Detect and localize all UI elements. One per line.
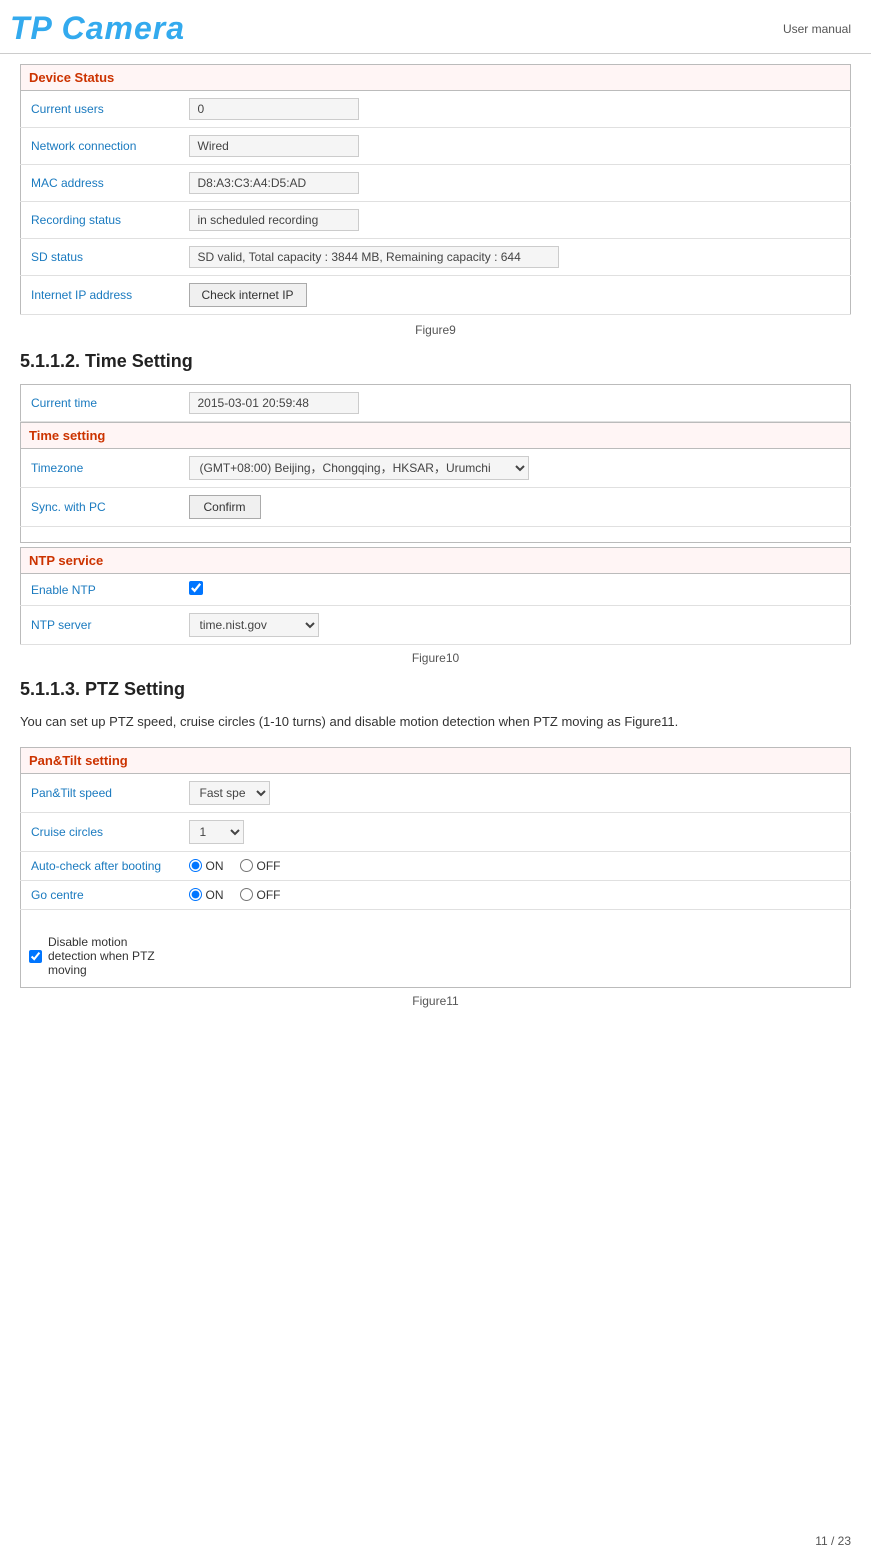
table-row: SD status SD valid, Total capacity : 384…	[21, 239, 851, 276]
figure9-caption: Figure9	[20, 323, 851, 337]
page-footer: 11 / 23	[815, 1534, 851, 1548]
spacer-row-ptz	[21, 909, 851, 925]
table-row: Go centre ON OFF	[21, 880, 851, 909]
current-users-label: Current users	[21, 91, 181, 128]
network-connection-value: Wired	[181, 128, 851, 165]
ptz-setting-table: Pan&Tilt setting Pan&Tilt speed Fast spe…	[20, 747, 851, 989]
ptz-description: You can set up PTZ speed, cruise circles…	[20, 712, 851, 733]
ntp-service-table: NTP service Enable NTP NTP server time.n…	[20, 547, 851, 645]
go-centre-off-radio[interactable]	[240, 888, 253, 901]
pan-tilt-speed-label: Pan&Tilt speed	[21, 773, 181, 812]
table-row: Timezone (GMT+08:00) Beijing，Chongqing，H…	[21, 449, 851, 488]
network-connection-label: Network connection	[21, 128, 181, 165]
cruise-circles-select[interactable]: 1	[189, 820, 244, 844]
ntp-server-label: NTP server	[21, 606, 181, 645]
enable-ntp-checkbox[interactable]	[189, 581, 203, 595]
auto-check-value: ON OFF	[181, 851, 851, 880]
confirm-button[interactable]: Confirm	[189, 495, 261, 519]
cruise-circles-label: Cruise circles	[21, 812, 181, 851]
sd-status-value: SD valid, Total capacity : 3844 MB, Rema…	[181, 239, 851, 276]
time-setting-heading: 5.1.1.2. Time Setting	[20, 351, 851, 372]
manual-label: User manual	[783, 22, 851, 36]
go-centre-on-radio[interactable]	[189, 888, 202, 901]
current-time-table: Current time 2015-03-01 20:59:48	[20, 384, 851, 422]
table-row: Network connection Wired	[21, 128, 851, 165]
sync-pc-value: Confirm	[181, 488, 851, 527]
time-setting-table: Time setting Timezone (GMT+08:00) Beijin…	[20, 422, 851, 543]
check-internet-ip-button[interactable]: Check internet IP	[189, 283, 307, 307]
go-centre-label: Go centre	[21, 880, 181, 909]
figure10-caption: Figure10	[20, 651, 851, 665]
ptz-section-header: Pan&Tilt setting	[21, 747, 851, 773]
cruise-circles-value: 1	[181, 812, 851, 851]
ntp-service-header: NTP service	[21, 548, 851, 574]
recording-status-label: Recording status	[21, 202, 181, 239]
table-row: Current users 0	[21, 91, 851, 128]
pan-tilt-speed-select[interactable]: Fast spe	[189, 781, 270, 805]
go-centre-on-label[interactable]: ON	[189, 888, 224, 902]
enable-ntp-value	[181, 574, 851, 606]
table-row: Recording status in scheduled recording	[21, 202, 851, 239]
table-row: Internet IP address Check internet IP	[21, 276, 851, 315]
page-number: 11 / 23	[815, 1534, 851, 1548]
figure11-caption: Figure11	[20, 994, 851, 1008]
sd-status-label: SD status	[21, 239, 181, 276]
ntp-server-select[interactable]: time.nist.gov	[189, 613, 319, 637]
table-row: Pan&Tilt speed Fast spe	[21, 773, 851, 812]
current-users-value: 0	[181, 91, 851, 128]
current-time-label: Current time	[21, 385, 181, 422]
page-header: TP Camera User manual	[0, 0, 871, 54]
disable-motion-label: Disable motion detection when PTZ moving	[48, 935, 173, 977]
device-status-table: Device Status Current users 0 Network co…	[20, 64, 851, 315]
enable-ntp-label: Enable NTP	[21, 574, 181, 606]
table-row: Auto-check after booting ON OFF	[21, 851, 851, 880]
table-row: Current time 2015-03-01 20:59:48	[21, 385, 851, 422]
mac-address-value: D8:A3:C3:A4:D5:AD	[181, 165, 851, 202]
auto-check-off-label[interactable]: OFF	[240, 859, 281, 873]
timezone-value: (GMT+08:00) Beijing，Chongqing，HKSAR，Urum…	[181, 449, 851, 488]
spacer-row	[21, 527, 851, 543]
timezone-label: Timezone	[21, 449, 181, 488]
go-centre-radio-group: ON OFF	[189, 888, 843, 902]
time-setting-header: Time setting	[21, 423, 851, 449]
internet-ip-value: Check internet IP	[181, 276, 851, 315]
auto-check-radio-group: ON OFF	[189, 859, 843, 873]
table-row: Cruise circles 1	[21, 812, 851, 851]
auto-check-on-radio[interactable]	[189, 859, 202, 872]
current-time-value: 2015-03-01 20:59:48	[181, 385, 851, 422]
auto-check-on-label[interactable]: ON	[189, 859, 224, 873]
sync-pc-label: Sync. with PC	[21, 488, 181, 527]
recording-status-value: in scheduled recording	[181, 202, 851, 239]
auto-check-label: Auto-check after booting	[21, 851, 181, 880]
go-centre-off-label[interactable]: OFF	[240, 888, 281, 902]
internet-ip-label: Internet IP address	[21, 276, 181, 315]
table-row: Disable motion detection when PTZ moving	[21, 925, 851, 988]
disable-motion-row: Disable motion detection when PTZ moving	[21, 925, 181, 987]
disable-motion-checkbox[interactable]	[29, 950, 42, 963]
timezone-select[interactable]: (GMT+08:00) Beijing，Chongqing，HKSAR，Urum…	[189, 456, 529, 480]
table-row: NTP server time.nist.gov	[21, 606, 851, 645]
mac-address-label: MAC address	[21, 165, 181, 202]
table-row: Enable NTP	[21, 574, 851, 606]
table-row: MAC address D8:A3:C3:A4:D5:AD	[21, 165, 851, 202]
auto-check-off-radio[interactable]	[240, 859, 253, 872]
ptz-setting-heading: 5.1.1.3. PTZ Setting	[20, 679, 851, 700]
device-status-header: Device Status	[21, 65, 851, 91]
table-row: Sync. with PC Confirm	[21, 488, 851, 527]
pan-tilt-speed-value: Fast spe	[181, 773, 851, 812]
ntp-server-value: time.nist.gov	[181, 606, 851, 645]
go-centre-value: ON OFF	[181, 880, 851, 909]
logo: TP Camera	[10, 10, 185, 47]
